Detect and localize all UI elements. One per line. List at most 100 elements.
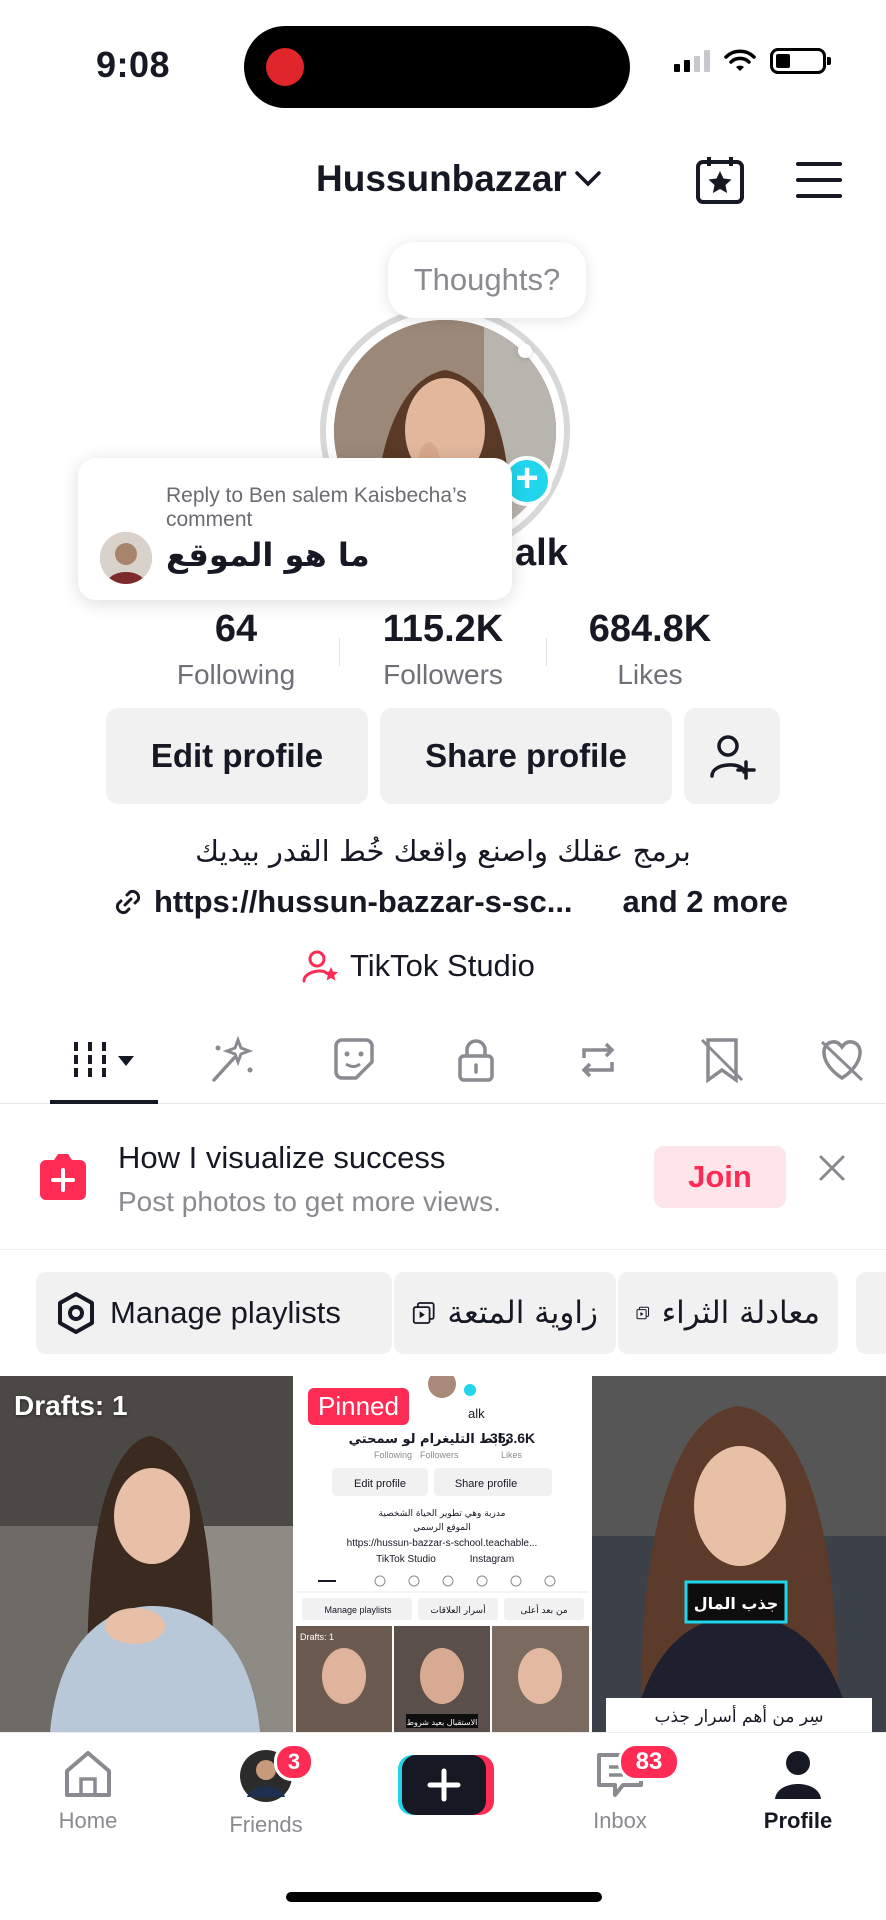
studio-icon <box>302 950 338 983</box>
sticker-icon <box>334 1038 374 1080</box>
calendar-star-icon[interactable] <box>694 154 746 206</box>
bio-link[interactable]: https://hussun-bazzar-s-sc... <box>154 884 573 920</box>
link-icon <box>115 889 141 915</box>
chevron-down-icon <box>575 171 601 187</box>
thumb-bio2: الموقع الرسمي <box>413 1523 471 1533</box>
thought-bubble-tail <box>518 344 532 358</box>
recording-indicator <box>266 48 304 86</box>
stat-value: 684.8K <box>588 608 712 650</box>
stat-label: Likes <box>617 659 683 690</box>
tab-reposts[interactable] <box>574 1036 622 1089</box>
promo-subtitle: Post photos to get more views. <box>118 1186 501 1217</box>
nav-profile[interactable]: Profile <box>738 1749 858 1834</box>
nav-home[interactable]: Home <box>28 1749 148 1834</box>
playlist-label: زاوية المتعة <box>447 1295 598 1331</box>
repost-icon <box>581 1042 615 1078</box>
pinned-badge: Pinned <box>308 1388 409 1425</box>
manage-playlists-button[interactable]: Manage playlists <box>36 1272 392 1354</box>
reply-text: ما هو الموقع <box>166 536 370 574</box>
playlist-chip[interactable]: معادلة الثراء <box>618 1272 838 1354</box>
playlist-chip[interactable]: زاوية المتعة <box>394 1272 616 1354</box>
account-switcher[interactable]: Hussunbazzar <box>316 158 603 200</box>
thumb3-caption: سِر من أهم أسرار جذب <box>654 1705 823 1727</box>
content-tabs <box>0 1030 886 1104</box>
playlists-row: Manage playlists زاوية المتعة معادلة الث… <box>0 1268 886 1356</box>
stat-likes[interactable]: 684.8K Likes <box>547 608 753 691</box>
camera-plus-icon <box>40 1154 86 1200</box>
stat-followers[interactable]: 115.2K Followers <box>340 608 546 691</box>
add-user-icon <box>710 735 756 780</box>
stat-value: 115.2K <box>382 608 504 650</box>
home-icon <box>65 1751 111 1797</box>
drafts-label: Drafts: 1 <box>14 1390 128 1421</box>
share-profile-button[interactable]: Share profile <box>380 708 672 804</box>
thumb-manage: Manage playlists <box>324 1605 392 1615</box>
favorites-icon <box>700 1038 744 1084</box>
profile-stats: 64 Following 115.2K Followers 684.8K Lik… <box>0 608 886 691</box>
tab-private[interactable] <box>452 1036 500 1089</box>
stat-label: Followers <box>383 659 503 690</box>
thumb-share: Share profile <box>455 1478 517 1490</box>
video-grid: Drafts: 1 alk رابط التليغرام لو سمحتي 35… <box>0 1376 886 1732</box>
nav-inbox-label: Inbox <box>593 1808 647 1833</box>
plus-icon <box>398 1755 494 1815</box>
status-time: 9:08 <box>96 44 171 85</box>
tab-favorites[interactable] <box>698 1036 746 1089</box>
thumb-count: 353.6K <box>490 1430 535 1446</box>
thumb-username: alk <box>468 1406 485 1421</box>
tiktok-studio-link[interactable]: TikTok Studio <box>302 948 535 984</box>
nav-inbox[interactable]: Inbox 83 <box>560 1743 680 1834</box>
create-button[interactable] <box>384 1753 504 1822</box>
thumb-edit: Edit profile <box>354 1478 406 1490</box>
more-links[interactable]: and 2 more <box>623 884 788 920</box>
thumb-link: https://hussun-bazzar-s-school.teachable… <box>347 1538 538 1549</box>
bio-link-row: https://hussun-bazzar-s-sc... and 2 more <box>112 884 788 920</box>
add-friend-button[interactable] <box>684 708 780 804</box>
nav-friends[interactable]: Friends 3 <box>206 1743 326 1838</box>
studio-label: TikTok Studio <box>350 948 535 983</box>
header-username: Hussunbazzar <box>316 158 567 199</box>
join-button[interactable]: Join <box>654 1146 786 1208</box>
thumb-following: Following <box>374 1450 412 1460</box>
menu-icon[interactable] <box>796 160 842 200</box>
thumb-followers: Followers <box>420 1450 459 1460</box>
thumb-bio1: مدربة وهي تطوير الحياة الشخصية <box>379 1509 506 1519</box>
inbox-badge: 83 <box>618 1743 680 1781</box>
profile-icon <box>775 1751 821 1799</box>
thoughts-bubble[interactable]: Thoughts? <box>388 242 586 318</box>
reply-comment-card[interactable]: Reply to Ben salem Kaisbecha’s comment م… <box>78 458 512 600</box>
tab-stickers[interactable] <box>330 1036 378 1089</box>
thumb-pl1: أسرار العلاقات <box>430 1604 485 1616</box>
battery-icon <box>770 48 831 74</box>
home-indicator <box>286 1892 602 1902</box>
dynamic-island <box>244 26 630 108</box>
stat-value: 64 <box>214 608 258 650</box>
videos-grid-icon <box>74 1042 134 1078</box>
stat-following[interactable]: 64 Following <box>133 608 339 691</box>
video-thumb-pinned[interactable]: alk رابط التليغرام لو سمحتي 353.6K Follo… <box>296 1376 589 1732</box>
stat-label: Following <box>176 659 296 690</box>
playlist-chip-partial[interactable] <box>856 1272 886 1354</box>
playlist-icon <box>636 1306 650 1320</box>
reply-label: Reply to Ben salem Kaisbecha’s comment <box>166 484 467 531</box>
friends-badge: 3 <box>274 1743 314 1781</box>
video-thumb-drafts[interactable]: Drafts: 1 <box>0 1376 293 1732</box>
tab-liked[interactable] <box>816 1036 868 1089</box>
close-icon[interactable] <box>818 1154 846 1182</box>
liked-icon <box>820 1040 864 1082</box>
nav-friends-label: Friends <box>229 1812 303 1837</box>
nav-profile-label: Profile <box>763 1808 833 1833</box>
edit-profile-button[interactable]: Edit profile <box>106 708 368 804</box>
bio-text: برمج عقلك واصنع واقعك خُط القدر بيديك <box>195 834 691 868</box>
tab-videos[interactable] <box>72 1036 142 1089</box>
nav-home-label: Home <box>58 1808 118 1833</box>
profile-username-partial: alk <box>515 532 568 574</box>
thumb-pl2: من بعد أعلى <box>520 1604 567 1616</box>
thumb3-tag: جذب المال <box>694 1594 779 1613</box>
thumb-likes: Likes <box>501 1450 523 1460</box>
tab-sparkle[interactable] <box>208 1035 256 1089</box>
lock-icon <box>458 1039 494 1082</box>
video-thumb-3[interactable]: جذب المال سِر من أهم أسرار جذب <box>592 1376 886 1732</box>
sparkle-icon <box>212 1035 254 1082</box>
promo-banner: How I visualize success Post photos to g… <box>0 1104 886 1250</box>
